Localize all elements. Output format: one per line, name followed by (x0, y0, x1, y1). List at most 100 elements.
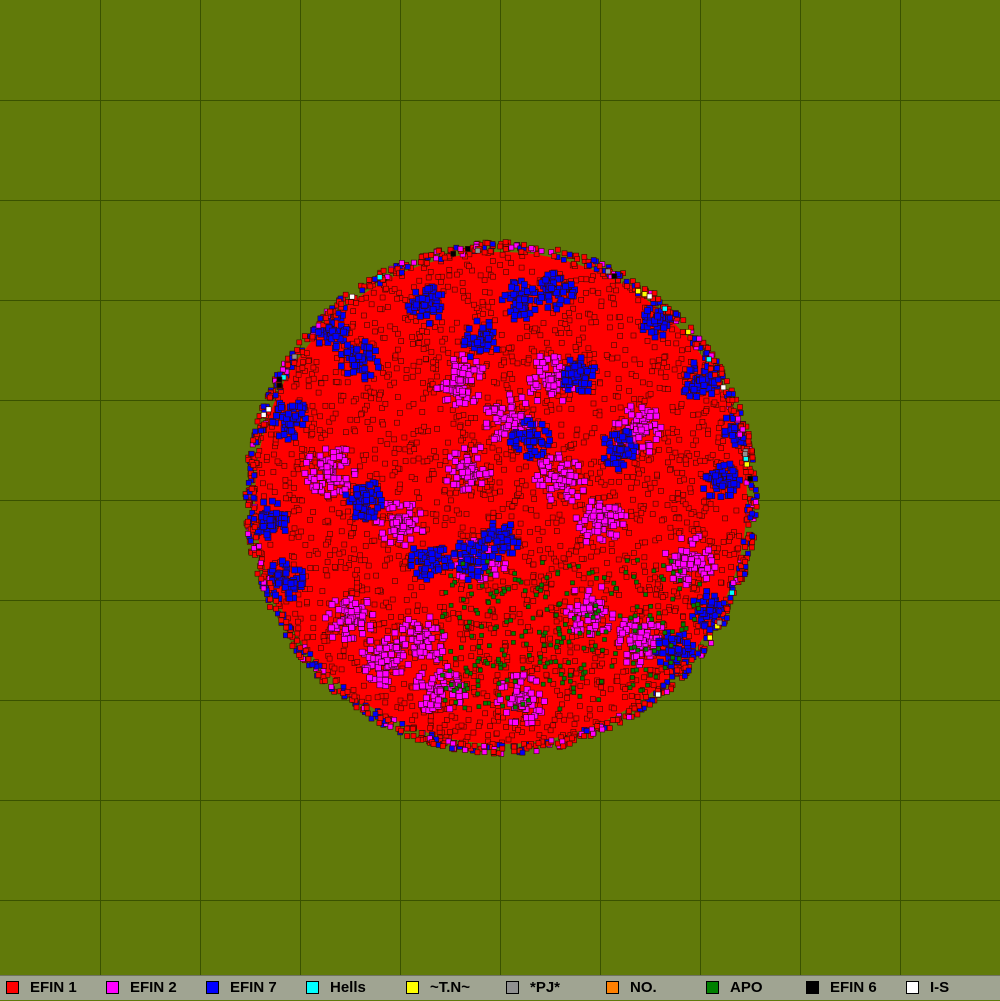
tile-efin-1 (691, 431, 696, 436)
tile-efin-1 (566, 552, 571, 557)
tile-efin-1 (421, 347, 426, 352)
tile-efin-1 (578, 538, 583, 543)
tile-efin-1 (435, 426, 440, 431)
tile-efin-2 (397, 535, 403, 541)
tile-efin-1 (685, 520, 690, 525)
tile-efin-2 (583, 539, 589, 545)
tile-efin-1 (282, 463, 287, 468)
tile-efin-2 (595, 523, 601, 529)
tile-efin-7 (613, 461, 619, 467)
tile-efin-1 (716, 425, 721, 430)
tile-apo (495, 590, 499, 594)
tile-efin-1 (588, 471, 593, 476)
tile-efin-1 (531, 490, 536, 495)
tile-efin-1 (559, 433, 564, 438)
tile-apo (669, 559, 673, 563)
tile-efin-1 (509, 354, 514, 359)
tile-efin-1 (650, 369, 655, 374)
tile-efin-1 (461, 289, 466, 294)
tile-efin-2 (419, 644, 425, 650)
tile-efin-2 (379, 530, 385, 536)
tile-efin-2 (302, 470, 308, 476)
tile-efin-1 (493, 584, 498, 589)
tile-efin-2 (597, 536, 603, 542)
tile-efin-7 (477, 348, 483, 354)
tile-efin-1 (366, 696, 371, 701)
tile-efin-1 (507, 345, 512, 350)
tile-apo (610, 664, 614, 668)
tile-efin-7 (300, 574, 306, 580)
tile-efin-1 (468, 415, 473, 420)
tile-efin-1 (427, 477, 432, 482)
tile-efin-1 (394, 366, 399, 371)
tile-apo (558, 664, 562, 668)
tile-efin-1 (415, 609, 420, 614)
tile-efin-1 (460, 280, 465, 285)
tile-apo (604, 630, 608, 634)
tile-efin-7 (531, 439, 537, 445)
tile-efin-7 (694, 394, 700, 400)
tile-efin-1 (343, 566, 348, 571)
tile-efin-1 (531, 407, 536, 412)
tile-efin-1 (437, 725, 442, 730)
tile-efin-1 (404, 376, 409, 381)
tile-efin-1 (631, 333, 636, 338)
tile-efin-1 (567, 310, 572, 315)
tile-efin-1 (548, 636, 553, 641)
tile-apo (693, 617, 697, 621)
tile-efin-1 (435, 635, 440, 640)
tile-efin-1 (668, 467, 673, 472)
tile-efin-1 (596, 495, 601, 500)
tile-efin-1 (304, 600, 309, 605)
tile-apo (462, 605, 466, 609)
tile-efin-2 (586, 605, 592, 611)
tile-efin-1 (500, 506, 505, 511)
tile-efin-2 (367, 622, 373, 628)
tile-efin-7 (264, 506, 270, 512)
tile-apo (587, 630, 591, 634)
tile-efin-2 (534, 473, 540, 479)
tile-efin-7 (510, 550, 516, 556)
tile-efin-1 (444, 718, 449, 723)
tile-efin-1 (512, 498, 517, 503)
tile-efin-1 (544, 626, 549, 631)
tile-apo (470, 592, 474, 596)
tile-efin-7 (660, 332, 666, 338)
tile-efin-1 (589, 278, 594, 283)
tile-efin-1 (497, 448, 502, 453)
tile-efin-1 (446, 350, 451, 355)
tile-apo (557, 626, 561, 630)
tile-efin-2 (400, 524, 406, 530)
tile-apo (633, 629, 637, 633)
tile-efin-2 (348, 609, 354, 615)
tile-efin-1 (669, 534, 674, 539)
tile-efin-2 (393, 519, 399, 525)
tile-efin-7 (728, 492, 734, 498)
tile-efin-1 (629, 485, 634, 490)
tile-efin-1 (563, 322, 568, 327)
tile-efin-1 (676, 361, 681, 366)
tile-efin-1 (372, 321, 377, 326)
tile-efin-1 (295, 631, 300, 636)
map-area[interactable] (0, 0, 1000, 975)
tile-efin-1 (356, 667, 361, 672)
territory-map[interactable] (0, 0, 1000, 975)
tile-efin-1 (501, 373, 506, 378)
tile-efin-1 (293, 440, 298, 445)
tile-efin-1 (673, 450, 678, 455)
tile-efin-7 (414, 570, 420, 576)
tile-efin-1 (579, 556, 584, 561)
tile-efin-1 (306, 378, 311, 383)
tile-efin-2 (413, 684, 419, 690)
tile-efin-1 (704, 398, 709, 403)
tile-efin-1 (374, 472, 379, 477)
tile-efin-1 (390, 473, 395, 478)
tile-efin-2 (537, 353, 543, 359)
tile-efin-1 (553, 328, 558, 333)
tile-efin-1 (359, 296, 364, 301)
tile-efin-1 (355, 580, 360, 585)
tile-efin-1 (504, 452, 509, 457)
tile-efin-2 (527, 376, 533, 382)
tile-efin-2 (529, 715, 535, 721)
tile-efin-1 (609, 542, 614, 547)
